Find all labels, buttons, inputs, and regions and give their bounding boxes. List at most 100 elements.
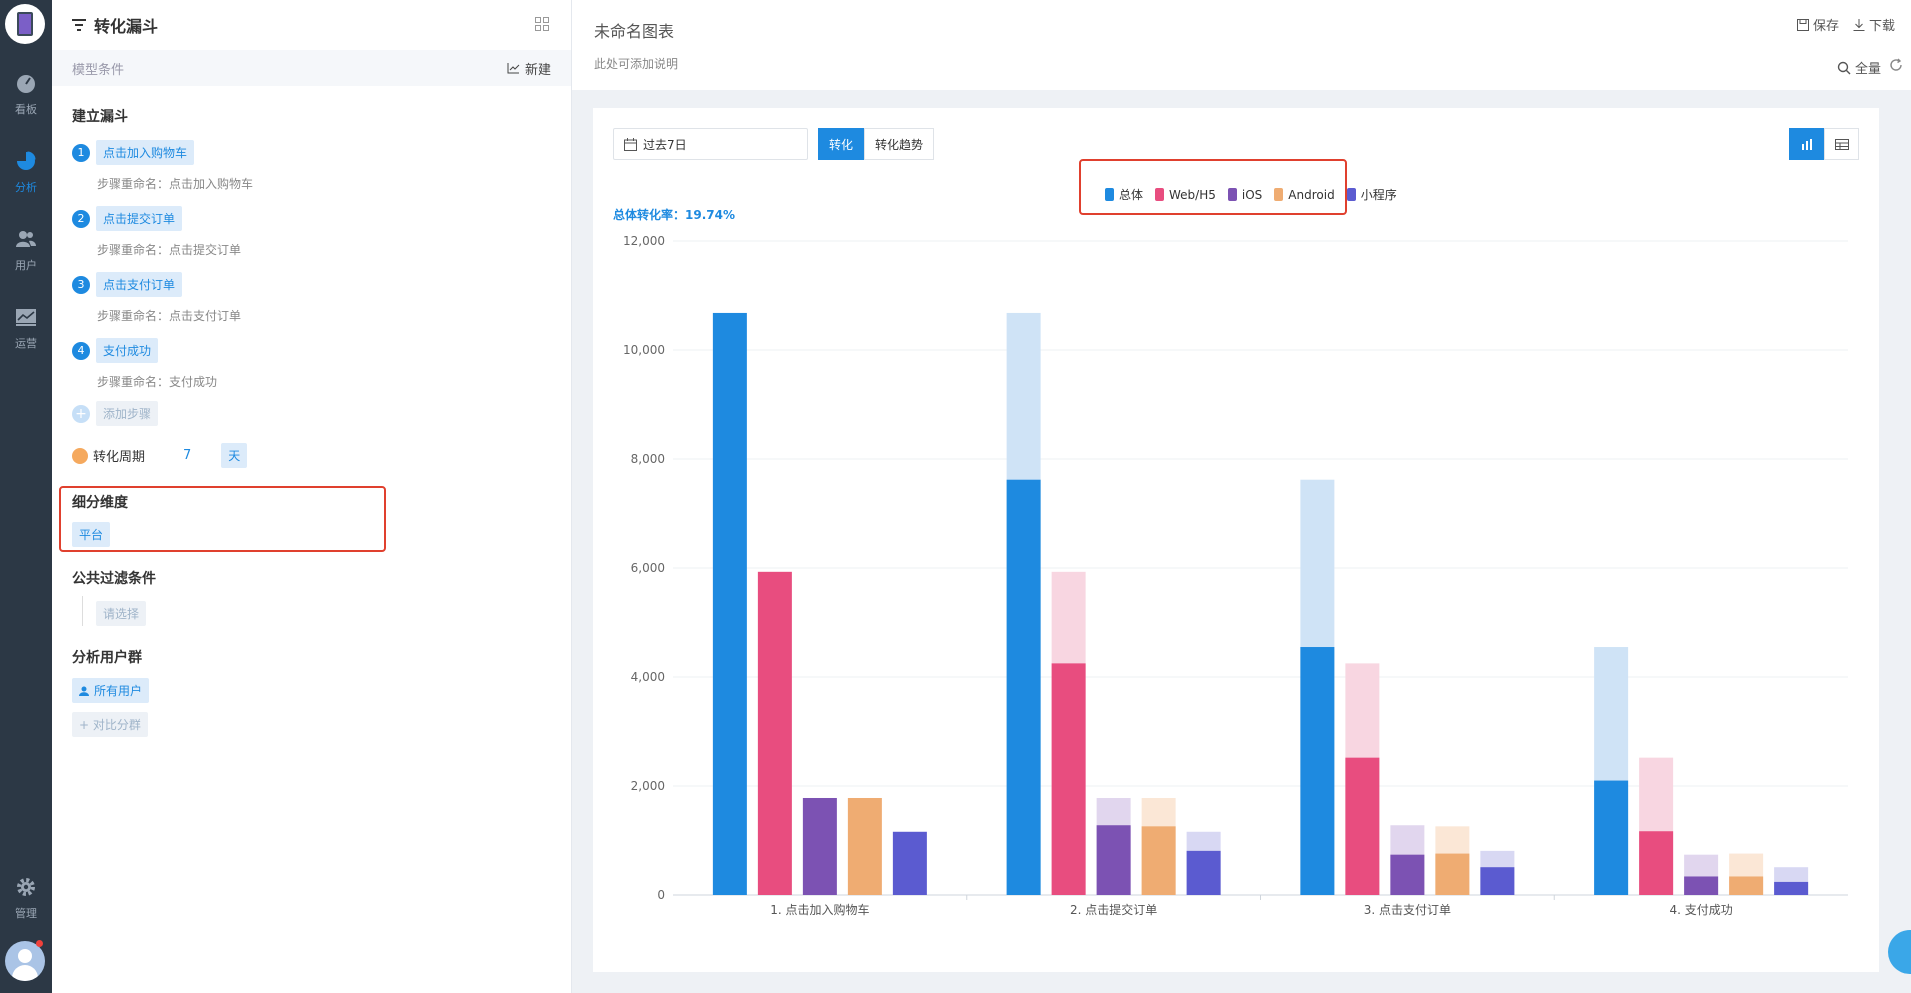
step-rename[interactable]: 步骤重命名：点击提交订单 — [97, 241, 241, 258]
avatar[interactable] — [5, 941, 45, 981]
bar[interactable] — [1300, 647, 1335, 895]
save-button[interactable]: 保存 — [1796, 15, 1839, 34]
step-rename[interactable]: 步骤重命名：点击加入购物车 — [97, 175, 253, 192]
user-icon — [79, 686, 89, 696]
bar[interactable] — [1435, 853, 1470, 895]
bar[interactable] — [1390, 854, 1425, 895]
funnel-step-2: 2 点击提交订单 — [72, 206, 183, 231]
step-rename[interactable]: 步骤重命名：点击支付订单 — [97, 307, 241, 324]
config-panel: 转化漏斗 模型条件 新建 建立漏斗 1 点击加入购物车 步骤重命名：点击加入购物… — [52, 0, 572, 993]
step-number: 4 — [72, 341, 90, 360]
nav-operations[interactable]: 运营 — [0, 306, 52, 362]
bar[interactable] — [847, 797, 882, 895]
user-group-tag: 所有用户 — [72, 678, 150, 703]
bar[interactable] — [1684, 876, 1719, 895]
sampling-selector[interactable]: 全量 — [1837, 58, 1881, 77]
nav-dashboard[interactable]: 看板 — [0, 72, 52, 128]
step-event-select[interactable]: 点击加入购物车 — [96, 140, 195, 165]
funnel-bar-chart: 0 2,000 4,000 6,000 8,000 10,000 12,000 1. 点击加入… — [623, 234, 1848, 917]
user-group-label: 所有用户 — [94, 684, 143, 698]
save-icon — [1796, 18, 1809, 31]
bar[interactable] — [892, 831, 927, 895]
trend-icon — [16, 309, 36, 326]
funnel-step-3: 3 点击支付订单 — [72, 272, 183, 297]
x-tick-label: 3. 点击支付订单 — [1364, 903, 1451, 917]
x-tick-label: 1. 点击加入购物车 — [770, 902, 869, 917]
y-tick-label: 6,000 — [631, 561, 665, 575]
download-label: 下载 — [1868, 19, 1895, 34]
add-step-button[interactable]: + 添加步骤 — [72, 401, 159, 426]
y-tick-label: 8,000 — [631, 452, 665, 466]
step-number: 1 — [72, 143, 90, 162]
bar[interactable] — [1006, 479, 1041, 895]
bar[interactable] — [1345, 757, 1380, 895]
bar[interactable] — [1480, 867, 1515, 895]
filter-icon — [72, 19, 86, 31]
chart-name[interactable]: 未命名图表 — [594, 18, 674, 42]
search-icon — [1837, 61, 1851, 74]
app-logo[interactable] — [5, 4, 45, 44]
nav-label: 运营 — [15, 337, 37, 350]
bar[interactable] — [1051, 663, 1086, 895]
conversion-period: 转化周期 7 天 — [72, 443, 248, 468]
filter-title: 公共过滤条件 — [72, 571, 156, 587]
new-button[interactable]: 新建 — [507, 59, 551, 78]
bar[interactable] — [1141, 826, 1176, 895]
nav-analysis[interactable]: 分析 — [0, 150, 52, 206]
panel-title: 转化漏斗 — [94, 17, 159, 36]
chart-description[interactable]: 此处可添加说明 — [594, 55, 678, 72]
funnel-step-4: 4 支付成功 — [72, 338, 159, 363]
step-event-select[interactable]: 支付成功 — [96, 338, 159, 363]
dashboard-icon — [17, 75, 35, 93]
save-label: 保存 — [1812, 19, 1839, 34]
nav-users[interactable]: 用户 — [0, 228, 52, 284]
download-button[interactable]: 下载 — [1853, 15, 1895, 34]
nav-label: 管理 — [15, 907, 37, 920]
bar[interactable] — [1096, 825, 1131, 895]
bar[interactable] — [1186, 850, 1221, 895]
step-rename[interactable]: 步骤重命名：支付成功 — [97, 373, 217, 390]
y-tick-label: 12,000 — [623, 234, 665, 248]
help-bubble[interactable] — [1888, 930, 1911, 974]
period-value-input[interactable]: 7 — [183, 448, 191, 463]
notification-dot — [36, 940, 43, 947]
compare-group-button[interactable]: + 对比分群 — [72, 712, 148, 737]
step-number: 3 — [72, 275, 90, 294]
bar[interactable] — [1774, 881, 1809, 895]
nav-label: 分析 — [15, 181, 37, 194]
y-tick-label: 2,000 — [631, 779, 665, 793]
download-icon — [1853, 18, 1865, 31]
sampling-label: 全量 — [1854, 62, 1881, 77]
user-group-select[interactable]: 所有用户 — [72, 678, 150, 703]
breakdown-tag[interactable]: 平台 — [72, 522, 111, 547]
bar[interactable] — [802, 797, 837, 895]
refresh-icon[interactable] — [1889, 58, 1903, 72]
nav-admin[interactable]: 管理 — [0, 876, 52, 932]
build-funnel-title: 建立漏斗 — [72, 109, 128, 125]
period-label: 转化周期 — [93, 450, 146, 465]
user-group-title: 分析用户群 — [72, 650, 142, 666]
chart-header: 未命名图表 此处可添加说明 保存 下载 全量 — [572, 0, 1911, 90]
y-tick-label: 4,000 — [631, 670, 665, 684]
breakdown-title: 细分维度 — [72, 495, 128, 511]
bar[interactable] — [1639, 831, 1674, 895]
step-event-select[interactable]: 点击提交订单 — [96, 206, 183, 231]
calendar-icon — [72, 447, 88, 464]
nav-label: 用户 — [15, 259, 37, 272]
nav-rail: 看板 分析 用户 运营 管理 — [0, 0, 52, 993]
bar[interactable] — [757, 571, 792, 895]
users-icon — [16, 231, 36, 247]
bar[interactable] — [1729, 876, 1764, 895]
step-number: 2 — [72, 209, 90, 228]
add-step-label: 添加步骤 — [96, 401, 159, 426]
gear-icon — [17, 878, 35, 896]
bar[interactable] — [1594, 780, 1629, 895]
grid-icon[interactable] — [535, 17, 549, 31]
filter-select[interactable]: 请选择 — [96, 601, 147, 626]
step-event-select[interactable]: 点击支付订单 — [96, 272, 183, 297]
book-logo-icon — [17, 12, 33, 36]
pie-chart-icon — [17, 151, 36, 170]
period-unit-select[interactable]: 天 — [221, 443, 248, 468]
bar[interactable] — [712, 312, 747, 895]
new-chart-icon — [507, 63, 520, 74]
